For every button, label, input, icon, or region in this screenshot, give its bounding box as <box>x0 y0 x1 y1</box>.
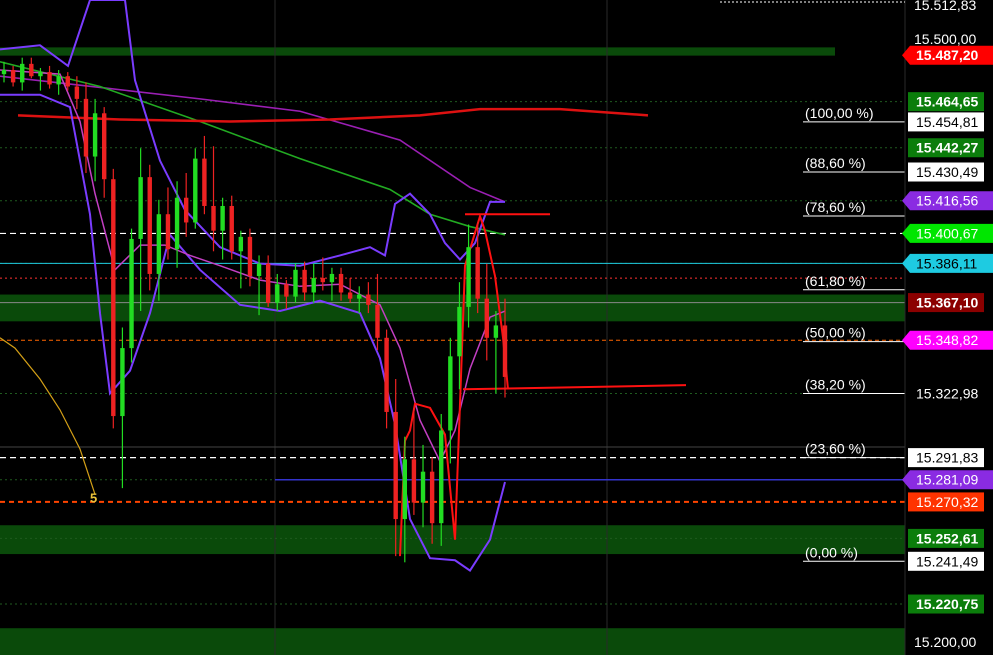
candle-body <box>330 274 334 282</box>
candle-body <box>120 348 124 416</box>
price-tag-label: 15.348,82 <box>916 332 978 348</box>
candle-body <box>466 247 470 307</box>
candle-body <box>503 325 507 376</box>
candle-body <box>375 305 379 338</box>
candle-body <box>166 214 170 249</box>
axis-tick-label: 15.200,00 <box>914 634 976 650</box>
candle-body <box>485 299 489 338</box>
candle-body <box>29 64 33 76</box>
price-tag-label: 15.400,67 <box>916 225 978 241</box>
fibonacci-label: (61,80 %) <box>805 273 866 289</box>
candle-body <box>148 177 152 274</box>
candle-body <box>175 198 179 249</box>
candle-body <box>421 472 425 503</box>
candle-body <box>84 99 88 157</box>
price-tag-label: 15.270,32 <box>916 494 978 510</box>
chart: (100,00 %) (88,60 %) (78,60 %) (61,80 %) (50… <box>0 0 993 655</box>
candle-body <box>393 412 397 519</box>
price-tag-label: 15.454,81 <box>916 114 978 130</box>
candle-body <box>47 72 51 84</box>
candle-body <box>412 459 416 502</box>
support-band <box>0 47 835 55</box>
candle-body <box>293 270 297 297</box>
candle-body <box>275 284 279 303</box>
fibonacci-label: (78,60 %) <box>805 199 866 215</box>
candle-body <box>257 264 261 276</box>
candle-body <box>384 338 388 412</box>
candle-body <box>494 325 498 337</box>
fibonacci-label: (38,20 %) <box>805 376 866 392</box>
axis-tick-label: 15.512,83 <box>914 0 976 13</box>
candle-body <box>111 179 115 416</box>
price-tag-label: 15.416,56 <box>916 193 978 209</box>
candle-body <box>475 247 479 298</box>
price-tag-label: 15.442,27 <box>916 140 978 156</box>
price-tag-label: 15.291,83 <box>916 450 978 466</box>
support-band <box>0 628 905 655</box>
candle-body <box>284 284 288 296</box>
fibonacci-label: (0,00 %) <box>805 544 858 560</box>
candle-body <box>348 292 352 298</box>
price-tag-label: 15.430,49 <box>916 164 978 180</box>
fibonacci-label: (23,60 %) <box>805 441 866 457</box>
price-tag-label: 15.281,09 <box>916 472 978 488</box>
fibonacci-label: (50,00 %) <box>805 325 866 341</box>
candle-body <box>248 237 252 276</box>
candle-body <box>266 264 270 303</box>
candle-body <box>56 76 60 84</box>
fibonacci-label: (100,00 %) <box>805 105 873 121</box>
candle-body <box>230 206 234 251</box>
candle-body <box>448 356 452 430</box>
support-band <box>0 295 905 322</box>
price-tag-label: 15.464,65 <box>916 94 978 110</box>
candle-body <box>11 70 15 82</box>
candle-body <box>193 159 197 223</box>
price-tag-label: 15.386,11 <box>916 255 977 271</box>
candle-body <box>184 198 188 223</box>
axis-tick-label: 15.500,00 <box>914 31 976 47</box>
candle-body <box>157 214 161 274</box>
support-band <box>0 525 905 554</box>
candle-body <box>20 64 24 83</box>
annotations: 5 <box>90 491 97 506</box>
candle-body <box>211 206 215 231</box>
fibonacci-label: (88,60 %) <box>805 155 866 171</box>
candle-body <box>312 278 316 292</box>
candle-body <box>302 270 306 293</box>
candle-body <box>357 295 361 299</box>
price-tag-label: 15.322,98 <box>916 385 978 401</box>
candle-body <box>93 113 97 156</box>
candle-body <box>202 159 206 206</box>
candle-body <box>403 459 407 519</box>
candle-body <box>2 70 6 74</box>
candle-body <box>339 274 343 293</box>
candle-body <box>430 472 434 523</box>
candle-body <box>457 307 461 356</box>
price-tag-label: 15.220,75 <box>916 596 978 612</box>
price-tag-label: 15.241,49 <box>916 553 978 569</box>
candle-body <box>102 113 106 179</box>
candle-body <box>439 430 443 523</box>
candle-body <box>366 295 370 305</box>
price-tag-label: 15.367,10 <box>916 295 978 311</box>
candle-body <box>129 239 133 348</box>
candle-body <box>38 72 42 76</box>
candle-body <box>239 237 243 251</box>
candle-body <box>66 76 70 86</box>
candle-body <box>138 177 142 239</box>
price-tag-label: 15.252,61 <box>916 530 978 546</box>
price-tag-label: 15.487,20 <box>916 47 978 63</box>
candle-body <box>321 278 325 282</box>
candle-body <box>75 87 79 99</box>
wave-label: 5 <box>90 491 97 506</box>
candle-body <box>220 206 224 231</box>
